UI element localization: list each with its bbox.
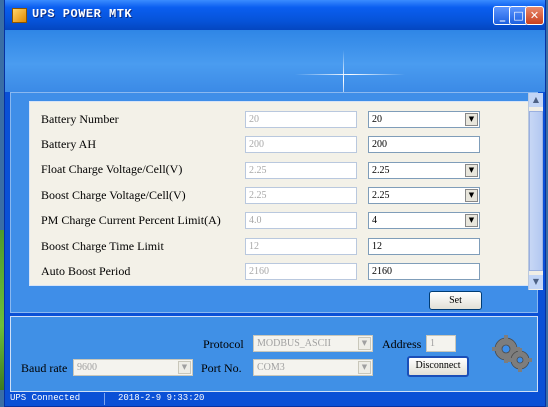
connection-status: UPS Connected: [10, 393, 81, 403]
row-label-boost-charge-voltage: Boost Charge Voltage/Cell(V): [41, 188, 186, 202]
chevron-down-icon[interactable]: ▼: [465, 189, 478, 202]
row-label-pm-charge-current: PM Charge Current Percent Limit(A): [41, 213, 221, 227]
gears-icon: [492, 335, 532, 372]
current-boost-charge-voltage: 2.25: [245, 187, 357, 204]
chevron-down-icon[interactable]: ▼: [465, 113, 478, 126]
maximize-icon: □: [513, 9, 524, 22]
window-title: UPS POWER MTK: [32, 7, 133, 21]
port-label: Port No.: [201, 361, 242, 375]
select-value: 2.25: [372, 190, 390, 201]
communication-panel: [10, 316, 538, 392]
chevron-down-icon[interactable]: ▼: [358, 361, 371, 374]
select-value: 4: [372, 215, 377, 226]
current-float-charge-voltage: 2.25: [245, 162, 357, 179]
status-bar: UPS Connected 2018-2-9 9:33:20: [5, 392, 545, 406]
scroll-down-icon[interactable]: ▼: [529, 275, 543, 289]
row-label-battery-number: Battery Number: [41, 112, 119, 126]
close-button[interactable]: ✕: [525, 6, 544, 25]
app-icon: [12, 8, 27, 23]
select-boost-charge-voltage[interactable]: 2.25 ▼: [368, 187, 480, 204]
status-datetime: 2018-2-9 9:33:20: [118, 393, 205, 403]
baud-rate-label: Baud rate: [21, 361, 68, 375]
select-pm-charge-current[interactable]: 4 ▼: [368, 212, 480, 229]
current-pm-charge-current: 4.0: [245, 212, 357, 229]
input-battery-ah[interactable]: 200: [368, 136, 480, 153]
status-divider: [104, 393, 105, 405]
select-float-charge-voltage[interactable]: 2.25 ▼: [368, 162, 480, 179]
minimize-icon: _: [499, 9, 506, 22]
row-label-battery-ah: Battery AH: [41, 137, 96, 151]
current-battery-number: 20: [245, 111, 357, 128]
protocol-select[interactable]: MODBUS_ASCII ▼: [253, 335, 373, 352]
header-banner: [5, 30, 545, 92]
chevron-down-icon[interactable]: ▼: [465, 164, 478, 177]
app-window: UPS POWER MTK _ □ ✕ Battery Number 20 20…: [4, 0, 546, 407]
title-bar[interactable]: UPS POWER MTK _ □ ✕: [5, 0, 545, 30]
address-input[interactable]: 1: [426, 335, 456, 352]
input-boost-charge-time-limit[interactable]: 12: [368, 238, 480, 255]
chevron-down-icon[interactable]: ▼: [358, 337, 371, 350]
baud-rate-select[interactable]: 9600 ▼: [73, 359, 193, 376]
chevron-down-icon[interactable]: ▼: [178, 361, 191, 374]
chevron-down-icon[interactable]: ▼: [465, 214, 478, 227]
select-battery-number[interactable]: 20 ▼: [368, 111, 480, 128]
current-auto-boost-period: 2160: [245, 263, 357, 280]
scroll-up-icon[interactable]: ▲: [529, 93, 543, 107]
port-value: COM3: [257, 362, 285, 373]
protocol-value: MODBUS_ASCII: [257, 338, 331, 349]
sparkle-decoration: [295, 74, 405, 75]
input-auto-boost-period[interactable]: 2160: [368, 263, 480, 280]
protocol-label: Protocol: [203, 337, 244, 351]
row-label-float-charge-voltage: Float Charge Voltage/Cell(V): [41, 162, 183, 176]
close-icon: ✕: [529, 9, 540, 22]
address-label: Address: [382, 337, 422, 351]
baud-rate-value: 9600: [77, 362, 97, 373]
row-label-auto-boost-period: Auto Boost Period: [41, 264, 131, 278]
select-value: 2.25: [372, 165, 390, 176]
current-battery-ah: 200: [245, 136, 357, 153]
settings-scrollbar[interactable]: ▲ ▼: [528, 93, 543, 290]
scrollbar-thumb[interactable]: [529, 111, 543, 271]
sparkle-decoration-vertical: [343, 50, 344, 92]
select-value: 20: [372, 114, 382, 125]
current-boost-charge-time-limit: 12: [245, 238, 357, 255]
port-select[interactable]: COM3 ▼: [253, 359, 373, 376]
set-button[interactable]: Set: [429, 291, 482, 310]
row-label-boost-charge-time-limit: Boost Charge Time Limit: [41, 239, 164, 253]
disconnect-button[interactable]: Disconnect: [407, 356, 469, 377]
